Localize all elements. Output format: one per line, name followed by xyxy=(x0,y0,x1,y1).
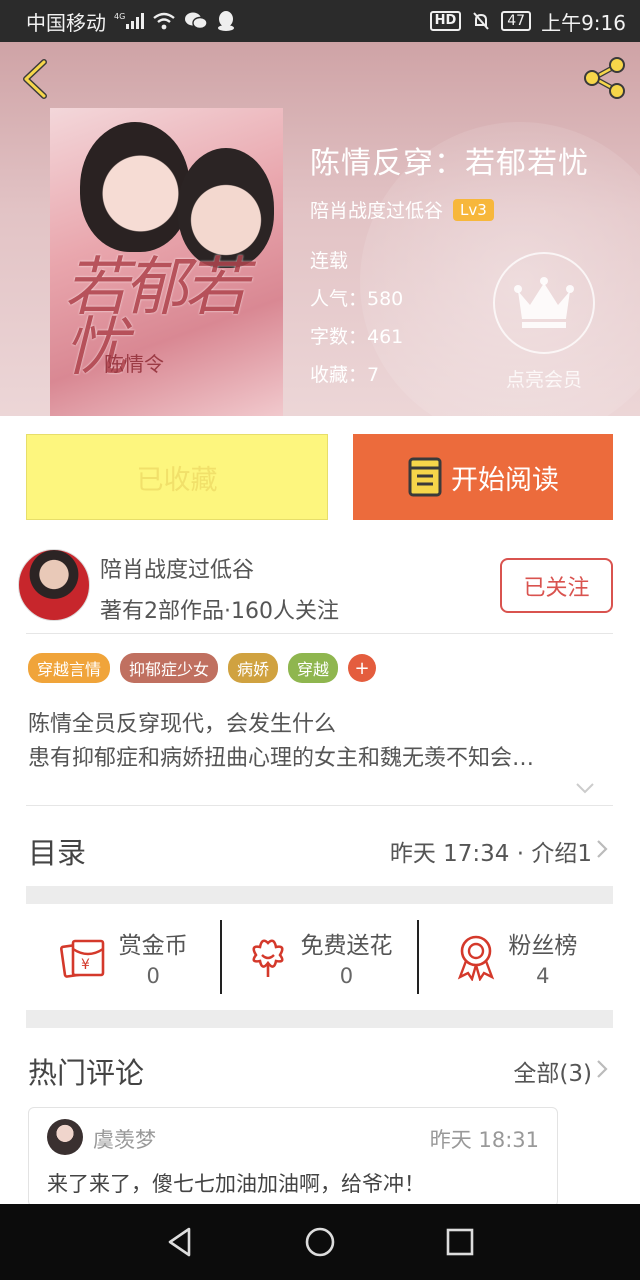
description-line: 陈情全员反穿现代，会发生什么 xyxy=(28,712,337,737)
author-avatar[interactable] xyxy=(18,549,90,621)
tag-item[interactable]: 病娇 xyxy=(228,653,279,683)
commenter-name[interactable]: 虞羡梦 xyxy=(93,1124,156,1154)
tag-list: 穿越言情 抑郁症少女 病娇 穿越 + xyxy=(28,653,377,683)
toc-arrow-button[interactable] xyxy=(594,838,610,860)
system-nav-bar xyxy=(0,1204,640,1280)
circle-home-icon xyxy=(305,1227,335,1257)
chevron-right-icon xyxy=(597,840,608,858)
carrier-label: 中国移动 xyxy=(26,10,106,35)
status-bar: 中国移动 4G HD 47 上午9:16 xyxy=(0,0,640,42)
divider xyxy=(26,805,613,806)
free-flower-button[interactable]: 免费送花 0 xyxy=(220,920,416,994)
svg-text:¥: ¥ xyxy=(81,957,90,973)
back-button[interactable] xyxy=(16,56,56,102)
medal-icon xyxy=(458,935,495,981)
mute-bell-icon xyxy=(471,11,491,31)
chevron-down-icon xyxy=(576,783,594,794)
stat-name: 赏金币 xyxy=(118,933,188,959)
cover-subtitle-art: 陈情令 xyxy=(104,352,164,376)
book-icon xyxy=(408,457,442,497)
chevron-left-icon xyxy=(23,59,47,99)
qq-icon xyxy=(216,10,236,32)
battery-level: 47 xyxy=(501,11,532,31)
book-status: 连载 xyxy=(310,250,349,272)
description-line: 患有抑郁症和病娇扭曲心理的女主和魏无羡不知会… xyxy=(28,746,535,771)
follow-button[interactable]: 已关注 xyxy=(500,558,613,613)
svg-text:4G: 4G xyxy=(114,12,125,21)
book-title: 陈情反穿：若郁若忧 xyxy=(310,146,589,181)
red-envelope-icon: ¥ xyxy=(59,939,104,978)
nav-back-button[interactable] xyxy=(160,1222,200,1262)
follow-label: 已关注 xyxy=(523,575,590,601)
tag-item[interactable]: 抑郁症少女 xyxy=(120,653,219,683)
author-level-badge: Lv3 xyxy=(453,198,494,221)
toc-info[interactable]: 昨天 17:34 · 介绍1 xyxy=(390,834,592,868)
share-button[interactable] xyxy=(580,54,628,102)
favorited-button[interactable]: 已收藏 xyxy=(26,434,328,520)
commenter-avatar[interactable] xyxy=(47,1119,83,1155)
author-stats: 著有2部作品·160人关注 xyxy=(100,599,339,624)
stats-row: ¥ 赏金币 0 免费送花 0 粉丝榜 4 xyxy=(26,920,613,994)
wifi-icon xyxy=(152,11,176,31)
vip-label: 点亮会员 xyxy=(505,369,582,391)
vip-button[interactable] xyxy=(493,252,595,354)
hd-badge: HD xyxy=(429,11,462,31)
divider xyxy=(26,633,613,634)
book-author[interactable]: 陪肖战度过低谷 xyxy=(310,196,443,223)
flower-icon xyxy=(252,939,285,977)
all-comments-arrow[interactable] xyxy=(594,1058,610,1080)
wechat-icon xyxy=(184,11,208,31)
book-cover[interactable]: 若郁若忧 陈情令 xyxy=(50,108,283,416)
stat-value: 0 xyxy=(339,964,354,988)
hot-comments-title: 热门评论 xyxy=(28,1056,145,1090)
clock: 上午9:16 xyxy=(541,10,626,35)
book-description[interactable]: 陈情全员反穿现代，会发生什么 患有抑郁症和病娇扭曲心理的女主和魏无羡不知会… xyxy=(28,708,598,776)
nav-home-button[interactable] xyxy=(300,1222,340,1262)
expand-description-button[interactable] xyxy=(575,780,595,794)
fan-ranking-button[interactable]: 粉丝榜 4 xyxy=(416,920,613,994)
nav-recents-button[interactable] xyxy=(440,1222,480,1262)
stat-name: 粉丝榜 xyxy=(508,933,578,959)
section-separator xyxy=(26,1010,613,1028)
author-name[interactable]: 陪肖战度过低谷 xyxy=(100,552,254,584)
book-author-line: 陪肖战度过低谷 Lv3 xyxy=(310,196,494,223)
comment-card[interactable]: 虞羡梦 昨天 18:31 来了来了，傻七七加油加油啊，给爷冲！ xyxy=(28,1107,558,1207)
book-word-count: 字数：461 xyxy=(310,326,404,348)
cover-title-art: 若郁若忧 xyxy=(64,251,248,385)
share-icon xyxy=(584,57,625,99)
tag-item[interactable]: 穿越 xyxy=(288,653,339,683)
reward-coins-button[interactable]: ¥ 赏金币 0 xyxy=(26,920,220,994)
signal-icon: 4G xyxy=(114,11,144,31)
stat-name: 免费送花 xyxy=(300,933,393,959)
start-reading-button[interactable]: 开始阅读 xyxy=(353,434,613,520)
add-tag-button[interactable]: + xyxy=(348,654,377,682)
book-popularity: 人气：580 xyxy=(310,288,404,310)
toc-title[interactable]: 目录 xyxy=(28,830,86,872)
all-comments-link[interactable]: 全部(3) xyxy=(513,1054,592,1088)
chevron-right-icon xyxy=(597,1060,608,1078)
triangle-back-icon xyxy=(168,1227,191,1257)
book-favorites: 收藏：7 xyxy=(310,364,380,386)
square-recents-icon xyxy=(446,1228,474,1256)
start-reading-label: 开始阅读 xyxy=(451,464,559,496)
crown-icon xyxy=(514,277,574,328)
tag-item[interactable]: 穿越言情 xyxy=(28,653,111,683)
stat-value: 4 xyxy=(536,964,550,988)
comment-time: 昨天 18:31 xyxy=(429,1128,539,1152)
comment-text: 来了来了，傻七七加油加油啊，给爷冲！ xyxy=(47,1172,425,1196)
section-separator xyxy=(26,886,613,904)
book-header: 若郁若忧 陈情令 陈情反穿：若郁若忧 陪肖战度过低谷 Lv3 连载 人气：580… xyxy=(0,42,640,416)
favorited-label: 已收藏 xyxy=(136,464,218,496)
stat-value: 0 xyxy=(146,964,160,988)
